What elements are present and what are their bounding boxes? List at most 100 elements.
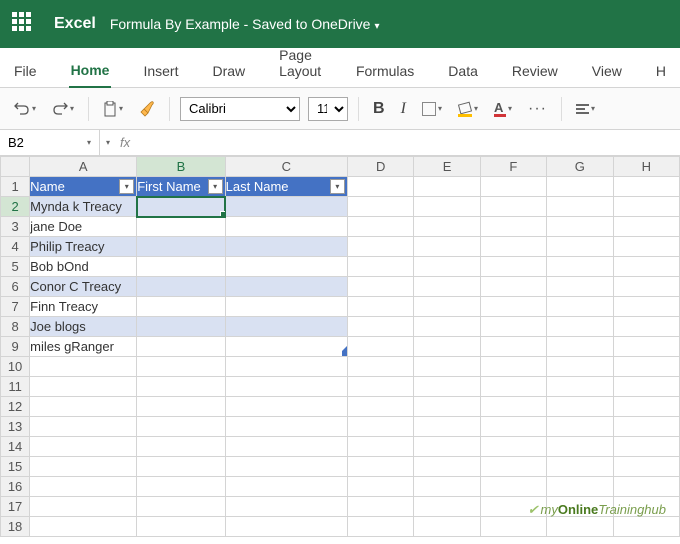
- cell[interactable]: [613, 417, 679, 437]
- cell[interactable]: [414, 397, 480, 417]
- cell[interactable]: [347, 317, 413, 337]
- cell[interactable]: [547, 217, 613, 237]
- row-header[interactable]: 13: [1, 417, 30, 437]
- cell[interactable]: [613, 317, 679, 337]
- filter-dropdown-icon[interactable]: ▾: [330, 179, 345, 194]
- cell[interactable]: [137, 317, 225, 337]
- italic-button[interactable]: I: [397, 97, 410, 121]
- filter-dropdown-icon[interactable]: ▾: [208, 179, 223, 194]
- filter-dropdown-icon[interactable]: ▾: [119, 179, 134, 194]
- fill-color-button[interactable]: ▾: [454, 100, 482, 118]
- cell[interactable]: [347, 237, 413, 257]
- cell[interactable]: [480, 337, 546, 357]
- cell[interactable]: [480, 517, 546, 537]
- cell[interactable]: [480, 397, 546, 417]
- cell[interactable]: [613, 517, 679, 537]
- cell[interactable]: [137, 297, 225, 317]
- redo-button[interactable]: ▾: [48, 99, 78, 119]
- row-header[interactable]: 6: [1, 277, 30, 297]
- row-header[interactable]: 15: [1, 457, 30, 477]
- cell[interactable]: [30, 377, 137, 397]
- cell[interactable]: [414, 277, 480, 297]
- cell[interactable]: [225, 257, 347, 277]
- cell[interactable]: [137, 437, 225, 457]
- cell[interactable]: [414, 377, 480, 397]
- row-header[interactable]: 4: [1, 237, 30, 257]
- cell[interactable]: [547, 397, 613, 417]
- cell[interactable]: [347, 437, 413, 457]
- document-title[interactable]: Formula By Example - Saved to OneDrive▾: [110, 16, 380, 32]
- tab-formulas[interactable]: Formulas: [354, 55, 416, 87]
- cell[interactable]: Joe blogs: [30, 317, 137, 337]
- cell[interactable]: [347, 377, 413, 397]
- cell[interactable]: [225, 377, 347, 397]
- cell[interactable]: [30, 497, 137, 517]
- select-all-corner[interactable]: [1, 157, 30, 177]
- cell[interactable]: [613, 457, 679, 477]
- font-size-select[interactable]: 11: [308, 97, 348, 121]
- cell[interactable]: [414, 437, 480, 457]
- tab-data[interactable]: Data: [446, 55, 480, 87]
- cell[interactable]: [30, 417, 137, 437]
- table-header-cell[interactable]: Name▾: [30, 177, 137, 197]
- tab-draw[interactable]: Draw: [210, 55, 247, 87]
- cell[interactable]: [347, 177, 413, 197]
- row-header[interactable]: 14: [1, 437, 30, 457]
- tab-review[interactable]: Review: [510, 55, 560, 87]
- col-header[interactable]: H: [613, 157, 679, 177]
- tab-file[interactable]: File: [12, 55, 39, 87]
- cell[interactable]: [480, 477, 546, 497]
- cell[interactable]: [480, 457, 546, 477]
- cell[interactable]: [347, 297, 413, 317]
- col-header[interactable]: B: [137, 157, 225, 177]
- table-header-cell[interactable]: First Name▾: [137, 177, 225, 197]
- cell[interactable]: [414, 197, 480, 217]
- borders-button[interactable]: ▾: [418, 99, 446, 119]
- cell[interactable]: [480, 357, 546, 377]
- row-header[interactable]: 17: [1, 497, 30, 517]
- cell[interactable]: [613, 357, 679, 377]
- tab-page-layout[interactable]: Page Layout: [277, 39, 324, 87]
- cell[interactable]: [347, 337, 413, 357]
- cell[interactable]: Conor C Treacy: [30, 277, 137, 297]
- cell[interactable]: [414, 457, 480, 477]
- cell[interactable]: [137, 237, 225, 257]
- cell[interactable]: [347, 497, 413, 517]
- cell[interactable]: [225, 337, 347, 357]
- cell[interactable]: [225, 277, 347, 297]
- fx-icon[interactable]: fx: [120, 135, 130, 150]
- col-header[interactable]: D: [347, 157, 413, 177]
- cell[interactable]: [225, 317, 347, 337]
- cell[interactable]: [347, 277, 413, 297]
- cell[interactable]: [137, 357, 225, 377]
- row-header[interactable]: 9: [1, 337, 30, 357]
- more-font-button[interactable]: ···: [524, 97, 551, 121]
- cell[interactable]: [30, 437, 137, 457]
- cell[interactable]: [225, 197, 347, 217]
- cell[interactable]: [137, 397, 225, 417]
- cell[interactable]: [137, 377, 225, 397]
- cell[interactable]: [347, 397, 413, 417]
- cell[interactable]: [480, 377, 546, 397]
- cell[interactable]: [547, 177, 613, 197]
- cell[interactable]: [613, 217, 679, 237]
- cell[interactable]: [547, 517, 613, 537]
- cell[interactable]: [547, 337, 613, 357]
- col-header[interactable]: F: [480, 157, 546, 177]
- cell[interactable]: [480, 257, 546, 277]
- cell[interactable]: [480, 237, 546, 257]
- cell[interactable]: [547, 237, 613, 257]
- row-header[interactable]: 18: [1, 517, 30, 537]
- cell[interactable]: [225, 417, 347, 437]
- col-header[interactable]: G: [547, 157, 613, 177]
- cell[interactable]: [414, 317, 480, 337]
- row-header[interactable]: 5: [1, 257, 30, 277]
- cell[interactable]: [347, 217, 413, 237]
- cell[interactable]: [613, 237, 679, 257]
- cell[interactable]: [225, 517, 347, 537]
- cell[interactable]: [225, 297, 347, 317]
- cell[interactable]: miles gRanger: [30, 337, 137, 357]
- cell[interactable]: [613, 397, 679, 417]
- row-header[interactable]: 1: [1, 177, 30, 197]
- cell[interactable]: [30, 397, 137, 417]
